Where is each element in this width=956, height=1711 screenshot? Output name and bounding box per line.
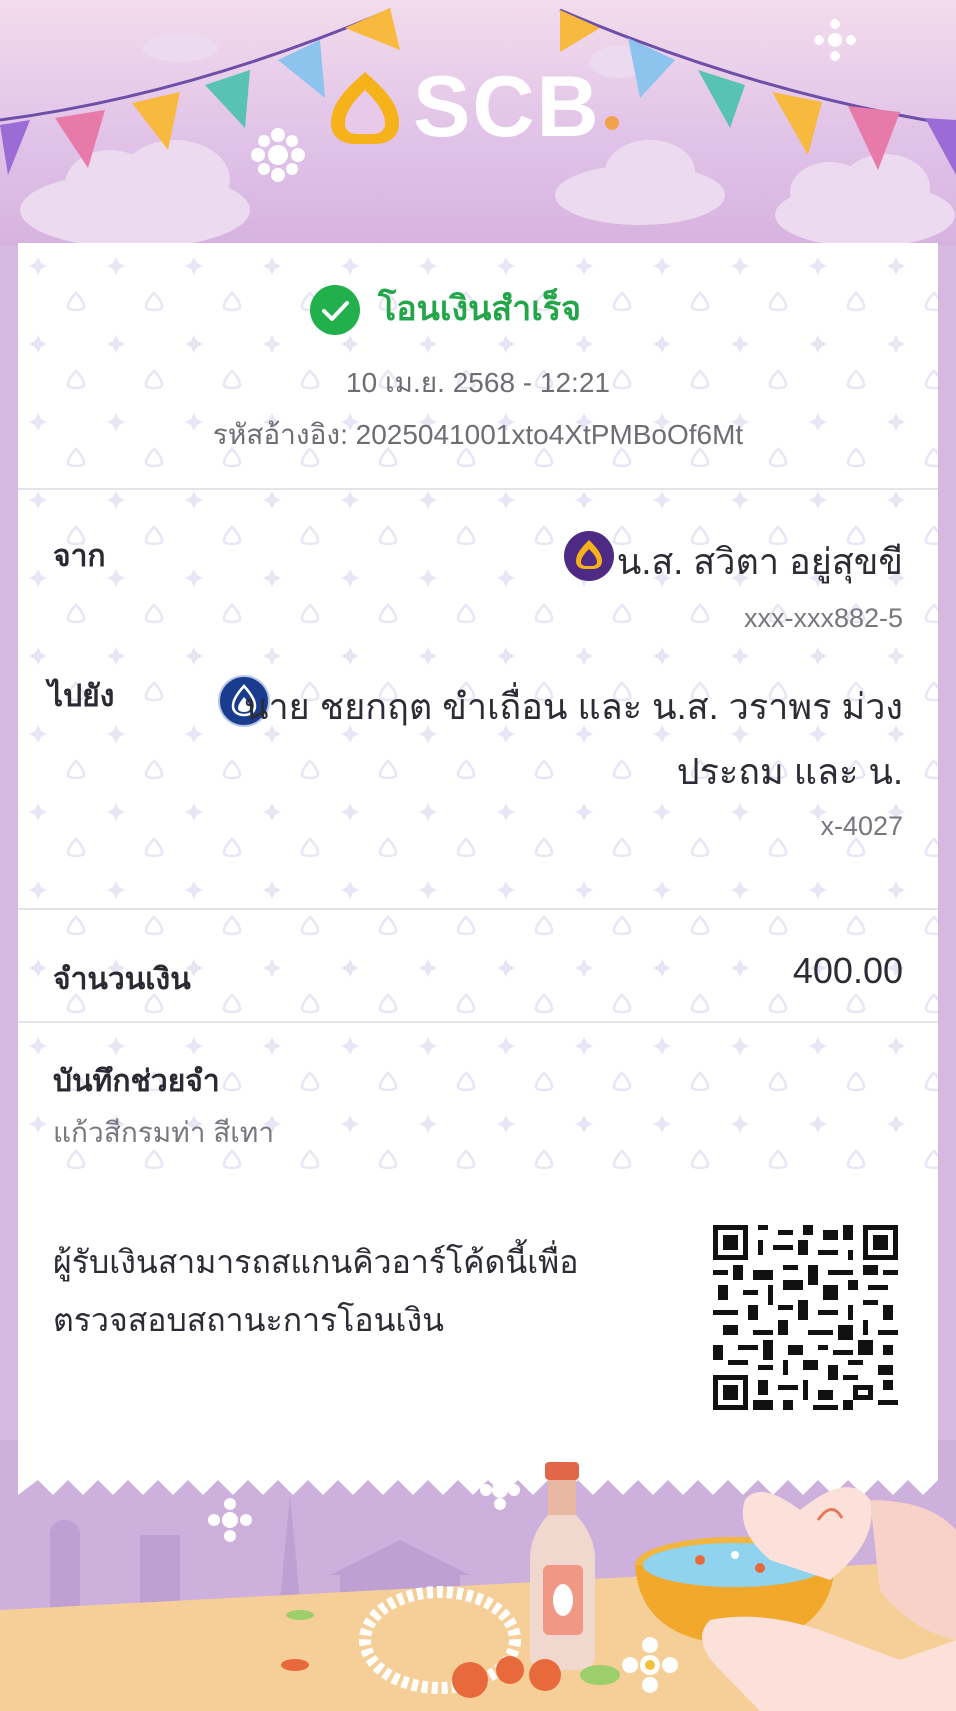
- transaction-datetime: 10 เม.ย. 2568 - 12:21: [346, 367, 610, 398]
- scb-bank-icon: [564, 531, 614, 581]
- sender-name: น.ส. สวิตา อยู่สุขขี: [616, 541, 903, 582]
- divider: [18, 1021, 938, 1023]
- from-label: จาก: [53, 540, 106, 573]
- divider: [18, 908, 938, 910]
- recipient-name-line2: ประถม และ น.: [676, 751, 903, 792]
- amount-value: 400.00: [792, 950, 903, 991]
- success-icon: [310, 285, 360, 335]
- songkran-illustration: [0, 1440, 956, 1711]
- header-banner: SCB: [0, 0, 956, 245]
- scb-logo-icon: [331, 72, 399, 144]
- reference-code: รหัสอ้างอิง: 2025041001xto4XtPMBoOf6Mt: [212, 419, 744, 450]
- status-title: โอนเงินสำเร็จ: [378, 290, 582, 328]
- footer-illustration: [0, 1440, 956, 1711]
- qr-instruction: ผู้รับเงินสามารถสแกนคิวอาร์โค้ดนี้เพื่อ …: [53, 1233, 578, 1349]
- recipient-account: x-4027: [820, 811, 903, 841]
- receipt-card: โอนเงินสำเร็จ 10 เม.ย. 2568 - 12:21 รหัส…: [18, 243, 938, 1473]
- qr-code-icon[interactable]: [713, 1225, 898, 1410]
- sender-account: xxx-xxx882-5: [743, 603, 903, 633]
- brand-name: SCB: [413, 59, 601, 155]
- qr-instruction-line2: ตรวจสอบสถานะการโอนเงิน: [53, 1302, 444, 1338]
- divider: [18, 488, 938, 490]
- recipient-name-line1: นาย ชยกฤต ขำเถื่อน และ น.ส. วราพร ม่วง: [243, 686, 903, 727]
- memo-label: บันทึกช่วยจำ: [53, 1065, 220, 1098]
- memo-value: แก้วสีกรมท่า สีเทา: [53, 1117, 275, 1148]
- amount-label: จำนวนเงิน: [53, 963, 191, 996]
- to-label: ไปยัง: [48, 680, 115, 713]
- qr-instruction-line1: ผู้รับเงินสามารถสแกนคิวอาร์โค้ดนี้เพื่อ: [53, 1244, 579, 1280]
